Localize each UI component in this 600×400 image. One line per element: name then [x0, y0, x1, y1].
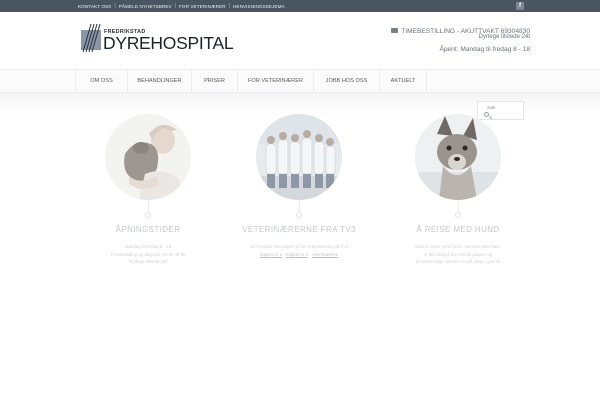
tv3-link-3[interactable]: Veterinærene — [312, 252, 338, 257]
top-bar: KONTAKT OSS | PÅMELD NYHETSBREV | FOR VE… — [0, 0, 600, 12]
top-separator: | — [174, 3, 176, 9]
feature-dot — [455, 212, 461, 218]
opening-hours-text: Åpent: Mandag til fredag 8 - 18 — [439, 46, 530, 53]
feature-text-line: at nødvendige vaksiner er på plass i god… — [415, 259, 501, 264]
nav-item-aktuelt[interactable]: AKTUELT — [379, 70, 427, 92]
woman-dog-illustration — [105, 114, 191, 200]
feature-photo-vet-team[interactable] — [256, 114, 342, 200]
feature-text-line: Se hvordan hverdagen er for veterinærene… — [249, 244, 349, 249]
feature-text-line: Skal du reise med hund i sommer eller hø… — [415, 244, 501, 249]
header-contact: TIMEBESTILLING - AKUTTVAKT 69304830 Dyrl… — [391, 28, 530, 53]
feature-links: Klippet nr 1 · Klippet nr 2 · Veterinære… — [259, 251, 339, 257]
top-link-contact[interactable]: KONTAKT OSS — [78, 4, 111, 9]
feature-dot — [145, 212, 151, 218]
top-link-newsletter[interactable]: PÅMELD NYHETSBREV — [119, 4, 172, 9]
tv3-link-2[interactable]: Klippet nr 2 — [286, 252, 308, 257]
feature-opening-hours: ÅPNINGSTIDER Mandag til fredag 8 - 18 Ti… — [63, 114, 233, 266]
logo-big-text: DYREHOSPITAL — [103, 33, 234, 53]
search-input[interactable]: Søk — [487, 105, 495, 110]
feature-text-line: er det viktig å ha med alt papirer og — [423, 251, 493, 257]
feature-title-tv3: VETERINÆRERNE FRA TV3 — [242, 225, 356, 234]
vet-team-illustration — [256, 114, 342, 200]
facebook-icon[interactable]: f — [516, 2, 524, 10]
camera-icon — [391, 28, 399, 33]
site-logo[interactable]: FREDRIKSTAD DYREHOSPITAL — [80, 22, 234, 56]
top-link-vets[interactable]: FOR VETERINÆRER — [179, 4, 226, 9]
feature-connector — [457, 200, 459, 212]
feature-text-line: Mandag til fredag 8 - 18 — [124, 244, 172, 249]
feature-photo-woman-dog[interactable] — [105, 114, 191, 200]
nav-item-behandlinger[interactable]: BEHANDLINGER — [127, 70, 191, 92]
top-link-referral[interactable]: HENVISNINGSSKJEMA — [233, 4, 285, 9]
feature-connector — [147, 200, 149, 212]
main-nav: OM OSS BEHANDLINGER PRISER FOR VETERINÆR… — [0, 69, 600, 93]
logo-mark-icon — [81, 23, 101, 53]
feature-text-line: Timebestilling og dagvakt: 69 30 48 30 — [110, 251, 186, 257]
nav-item-jobb[interactable]: JOBB HOS OSS — [313, 70, 379, 92]
tv3-link-1[interactable]: Klippet nr 1 — [260, 252, 282, 257]
nav-item-priser[interactable]: PRISER — [191, 70, 237, 92]
feature-photo-dog[interactable] — [415, 114, 501, 200]
top-separator: | — [114, 3, 116, 9]
top-separator: | — [228, 3, 230, 9]
dog-illustration — [415, 114, 501, 200]
feature-connector — [298, 200, 300, 212]
page: KONTAKT OSS | PÅMELD NYHETSBREV | FOR VE… — [0, 0, 600, 400]
feature-tv3: VETERINÆRERNE FRA TV3 Se hvordan hverdag… — [214, 114, 384, 258]
feature-text-line: Dyrlege tilstede 24t — [129, 259, 167, 264]
nav-item-om-oss[interactable]: OM OSS — [75, 70, 127, 92]
feature-dot — [296, 212, 302, 218]
feature-travel-dog: Å REISE MED HUND Skal du reise med hund … — [373, 114, 543, 266]
nav-item-for-veterinaerer[interactable]: FOR VETERINÆRER — [237, 70, 313, 92]
feature-title-travel: Å REISE MED HUND — [416, 225, 500, 234]
main-nav-items: OM OSS BEHANDLINGER PRISER FOR VETERINÆR… — [75, 70, 427, 92]
feature-title-opening-hours: ÅPNINGSTIDER — [115, 225, 181, 234]
top-links: KONTAKT OSS | PÅMELD NYHETSBREV | FOR VE… — [78, 0, 285, 12]
